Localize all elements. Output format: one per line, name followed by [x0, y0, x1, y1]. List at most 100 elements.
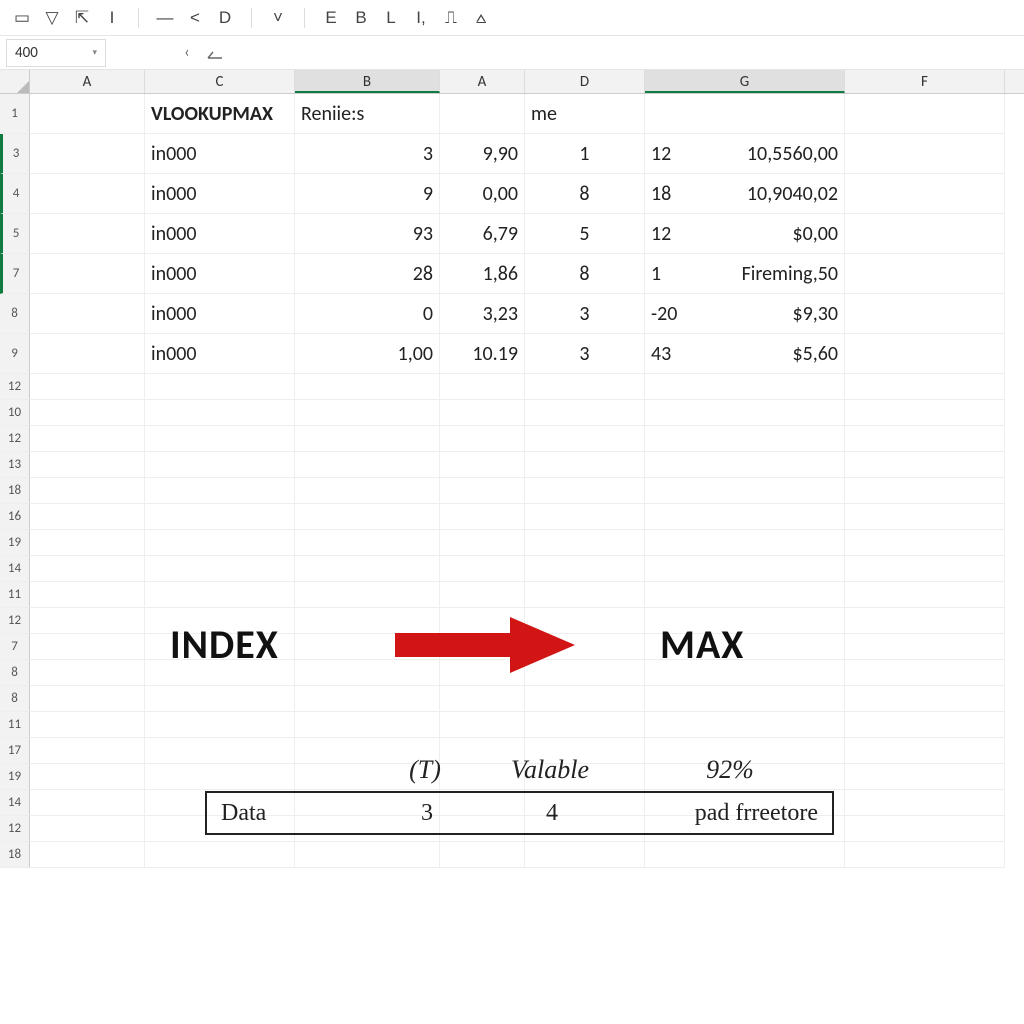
- cell[interactable]: 1210,5560,00: [645, 134, 845, 174]
- grid-row[interactable]: 18: [0, 478, 1024, 504]
- cell[interactable]: [845, 374, 1005, 400]
- cell[interactable]: [845, 94, 1005, 134]
- row-header[interactable]: 3: [0, 134, 30, 174]
- cell[interactable]: [645, 504, 845, 530]
- tool-btn-5[interactable]: <: [181, 5, 209, 31]
- grid-row[interactable]: 4in00090,0081810,9040,02: [0, 174, 1024, 214]
- cell[interactable]: [295, 530, 440, 556]
- cell[interactable]: [525, 712, 645, 738]
- tool-btn-8[interactable]: E: [317, 5, 345, 31]
- row-header[interactable]: 16: [0, 504, 30, 530]
- tool-btn-3[interactable]: I: [98, 5, 126, 31]
- grid-row[interactable]: 9in0001,0010.19343$5,60: [0, 334, 1024, 374]
- cell[interactable]: [845, 660, 1005, 686]
- cell[interactable]: [845, 712, 1005, 738]
- cell[interactable]: [525, 400, 645, 426]
- row-header[interactable]: 11: [0, 582, 30, 608]
- cell[interactable]: 6,79: [440, 214, 525, 254]
- cell[interactable]: [30, 254, 145, 294]
- cell[interactable]: [145, 712, 295, 738]
- cell[interactable]: [30, 712, 145, 738]
- cell[interactable]: [30, 134, 145, 174]
- cell[interactable]: [30, 608, 145, 634]
- tool-btn-10[interactable]: L: [377, 5, 405, 31]
- cell[interactable]: [525, 582, 645, 608]
- row-header[interactable]: 11: [0, 712, 30, 738]
- cell[interactable]: [440, 504, 525, 530]
- grid-row[interactable]: 12: [0, 374, 1024, 400]
- col-header[interactable]: C: [145, 70, 295, 93]
- row-header[interactable]: 17: [0, 738, 30, 764]
- grid-row[interactable]: 11: [0, 712, 1024, 738]
- col-header[interactable]: B: [295, 70, 440, 93]
- cell[interactable]: 12$0,00: [645, 214, 845, 254]
- cell[interactable]: [30, 504, 145, 530]
- row-header[interactable]: 7: [0, 254, 30, 294]
- row-header[interactable]: 18: [0, 478, 30, 504]
- cell[interactable]: 3,23: [440, 294, 525, 334]
- cell[interactable]: 5: [525, 214, 645, 254]
- cell[interactable]: in000: [145, 294, 295, 334]
- cell[interactable]: [30, 478, 145, 504]
- cell[interactable]: [440, 452, 525, 478]
- cell[interactable]: [845, 334, 1005, 374]
- col-header[interactable]: A: [30, 70, 145, 93]
- row-header[interactable]: 19: [0, 530, 30, 556]
- row-header[interactable]: 12: [0, 426, 30, 452]
- tool-btn-6[interactable]: D: [211, 5, 239, 31]
- cell[interactable]: 1,86: [440, 254, 525, 294]
- cell[interactable]: [845, 556, 1005, 582]
- cell[interactable]: [440, 556, 525, 582]
- cell[interactable]: 1Fireming,50: [645, 254, 845, 294]
- cell[interactable]: [845, 790, 1005, 816]
- cell[interactable]: in000: [145, 134, 295, 174]
- tool-btn-0[interactable]: ▭: [8, 5, 36, 31]
- cell[interactable]: [845, 400, 1005, 426]
- cell[interactable]: 3: [525, 294, 645, 334]
- cell[interactable]: [295, 556, 440, 582]
- name-box[interactable]: 400 ▾: [6, 39, 106, 67]
- cell[interactable]: [295, 400, 440, 426]
- cell[interactable]: [440, 94, 525, 134]
- cell[interactable]: [30, 374, 145, 400]
- select-all-corner[interactable]: [0, 70, 30, 93]
- cell[interactable]: Reniie:s: [295, 94, 440, 134]
- col-header[interactable]: G: [645, 70, 845, 93]
- tool-btn-9[interactable]: B: [347, 5, 375, 31]
- cell[interactable]: [30, 94, 145, 134]
- cell[interactable]: 0: [295, 294, 440, 334]
- cell[interactable]: [30, 842, 145, 868]
- cell[interactable]: [145, 842, 295, 868]
- grid-row[interactable]: 1VLOOKUPMAXReniie:sme: [0, 94, 1024, 134]
- col-header[interactable]: D: [525, 70, 645, 93]
- cell[interactable]: [295, 426, 440, 452]
- grid-row[interactable]: 13: [0, 452, 1024, 478]
- cell[interactable]: [295, 478, 440, 504]
- cell[interactable]: [30, 334, 145, 374]
- row-header[interactable]: 8: [0, 660, 30, 686]
- grid-row[interactable]: 5in000936,79512$0,00: [0, 214, 1024, 254]
- tool-btn-4[interactable]: —: [151, 5, 179, 31]
- cell[interactable]: 3: [295, 134, 440, 174]
- cell[interactable]: in000: [145, 214, 295, 254]
- cell[interactable]: [145, 478, 295, 504]
- spreadsheet-grid[interactable]: A C B A D G F 1VLOOKUPMAXReniie:sme3in00…: [0, 70, 1024, 1024]
- grid-row[interactable]: 18: [0, 842, 1024, 868]
- cell[interactable]: [845, 426, 1005, 452]
- grid-row[interactable]: 11: [0, 582, 1024, 608]
- row-header[interactable]: 1: [0, 94, 30, 134]
- cell[interactable]: [295, 374, 440, 400]
- grid-row[interactable]: 10: [0, 400, 1024, 426]
- cell[interactable]: [645, 842, 845, 868]
- cell[interactable]: [845, 686, 1005, 712]
- row-header[interactable]: 12: [0, 608, 30, 634]
- row-header[interactable]: 9: [0, 334, 30, 374]
- row-header[interactable]: 19: [0, 764, 30, 790]
- cell[interactable]: 3: [525, 334, 645, 374]
- grid-row[interactable]: 19: [0, 530, 1024, 556]
- cell[interactable]: [440, 686, 525, 712]
- cell[interactable]: [145, 426, 295, 452]
- cell[interactable]: [30, 400, 145, 426]
- row-header[interactable]: 8: [0, 686, 30, 712]
- row-header[interactable]: 13: [0, 452, 30, 478]
